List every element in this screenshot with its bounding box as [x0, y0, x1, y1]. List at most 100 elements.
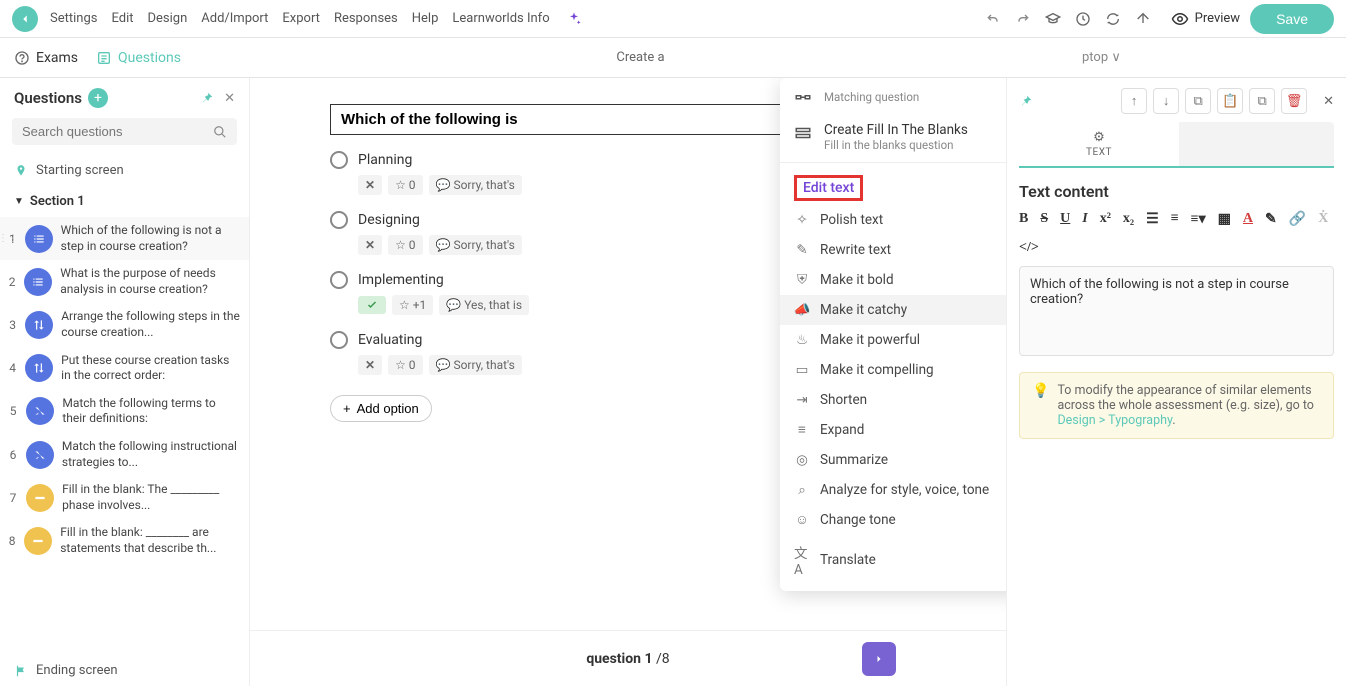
dd-create-matching[interactable]: Matching question — [780, 84, 1006, 116]
menu-design[interactable]: Design — [147, 11, 187, 26]
move-up-icon[interactable]: ↑ — [1121, 88, 1147, 114]
option-label[interactable]: Designing — [358, 212, 420, 228]
dd-create-blanks[interactable]: Create Fill In The Blanks Fill in the bl… — [780, 116, 1006, 158]
close-panel-icon[interactable]: ✕ — [1323, 94, 1334, 109]
superscript-icon[interactable]: x² — [1100, 211, 1111, 228]
dd-summarize[interactable]: ◎Summarize — [780, 445, 1006, 475]
education-icon[interactable] — [1045, 11, 1061, 27]
question-item-7[interactable]: 7 Fill in the blank: The _________ phase… — [0, 476, 249, 519]
italic-icon[interactable]: I — [1082, 211, 1087, 228]
dd-translate[interactable]: 文ATranslate› — [780, 535, 1006, 585]
sync-icon[interactable] — [1105, 11, 1121, 27]
option-radio[interactable] — [330, 331, 348, 349]
incorrect-mark[interactable]: ✕ — [358, 355, 382, 375]
dd-analyze[interactable]: ⌕Analyze for style, voice, tone — [780, 475, 1006, 505]
menu-responses[interactable]: Responses — [334, 11, 398, 26]
next-question-button[interactable] — [862, 642, 896, 676]
undo-icon[interactable] — [985, 11, 1001, 27]
subbar-right[interactable]: ptop ∨ — [1082, 50, 1332, 65]
ai-sparkle-icon[interactable] — [566, 11, 582, 27]
search-input[interactable] — [22, 124, 213, 139]
hint-link[interactable]: Design > Typography — [1057, 413, 1172, 428]
incorrect-mark[interactable]: ✕ — [358, 235, 382, 255]
preview-button[interactable]: Preview — [1171, 10, 1240, 28]
tab-questions[interactable]: Questions — [96, 50, 181, 66]
dd-shorten[interactable]: ⇥Shorten — [780, 385, 1006, 415]
search-input-wrap[interactable] — [12, 118, 237, 145]
save-button[interactable]: Save — [1250, 4, 1334, 34]
dd-catchy[interactable]: 📣Make it catchy — [780, 295, 1006, 325]
delete-icon[interactable]: 🗑 — [1281, 88, 1307, 114]
score-box[interactable]: ☆ 0 — [388, 235, 422, 255]
strike-icon[interactable]: S — [1040, 211, 1048, 228]
question-item-6[interactable]: 6 Match the following instructional stra… — [0, 433, 249, 476]
option-label[interactable]: Evaluating — [358, 332, 422, 348]
subscript-icon[interactable]: x₂ — [1123, 211, 1134, 228]
rp-pin-icon[interactable] — [1019, 94, 1033, 108]
edit-pencil-icon[interactable]: ✎ — [1265, 211, 1277, 228]
bold-icon[interactable]: B — [1019, 211, 1028, 228]
pin-icon[interactable] — [200, 91, 214, 106]
dd-compelling[interactable]: ▭Make it compelling — [780, 355, 1006, 385]
list-ol-icon[interactable]: ≡ — [1171, 211, 1179, 228]
menu-help[interactable]: Help — [412, 11, 439, 26]
incorrect-mark[interactable]: ✕ — [358, 175, 382, 195]
redo-icon[interactable] — [1015, 11, 1031, 27]
paste-icon[interactable]: 📋 — [1217, 88, 1243, 114]
dd-bold[interactable]: ⛨Make it bold — [780, 265, 1006, 295]
add-option-button[interactable]: +Add option — [330, 395, 432, 422]
link-icon[interactable]: 🔗 — [1289, 211, 1306, 228]
question-item-3[interactable]: 3 Arrange the following steps in the cou… — [0, 303, 249, 346]
score-box[interactable]: ☆ 0 — [388, 355, 422, 375]
menu-settings[interactable]: Settings — [50, 11, 97, 26]
text-editor[interactable]: Which of the following is not a step in … — [1019, 266, 1334, 356]
question-item-4[interactable]: 4 Put these course creation tasks in the… — [0, 347, 249, 390]
score-box[interactable]: ☆ 0 — [388, 175, 422, 195]
option-label[interactable]: Planning — [358, 152, 412, 168]
share-icon[interactable] — [1135, 11, 1151, 27]
add-question-button[interactable]: + — [88, 88, 108, 108]
ending-screen[interactable]: Ending screen — [0, 655, 249, 686]
feedback-box[interactable]: 💬 Sorry, that's — [429, 175, 522, 195]
option-radio[interactable] — [330, 211, 348, 229]
align-icon[interactable]: ≡▾ — [1191, 211, 1206, 228]
menu-add-import[interactable]: Add/Import — [201, 11, 268, 26]
close-sidebar-icon[interactable]: ✕ — [224, 91, 235, 106]
move-down-icon[interactable]: ↓ — [1153, 88, 1179, 114]
score-box[interactable]: ☆ +1 — [392, 295, 433, 315]
question-item-8[interactable]: 8 Fill in the blank: ________ are statem… — [0, 519, 249, 562]
dd-polish[interactable]: ✧Polish text — [780, 205, 1006, 235]
correct-mark[interactable] — [358, 296, 386, 314]
list-ul-icon[interactable]: ☰ — [1146, 211, 1159, 228]
text-color-icon[interactable]: A — [1243, 211, 1253, 228]
history-icon[interactable] — [1075, 11, 1091, 27]
table-icon[interactable]: ▦ — [1218, 211, 1231, 228]
underline-icon[interactable]: U — [1060, 211, 1070, 228]
starting-screen[interactable]: Starting screen — [0, 155, 249, 186]
menu-learnworlds[interactable]: Learnworlds Info — [452, 11, 549, 26]
code-icon[interactable]: </> — [1019, 240, 1039, 256]
duplicate-icon[interactable]: ⧉ — [1185, 88, 1211, 114]
dd-tone[interactable]: ☺Change tone› — [780, 505, 1006, 535]
back-button[interactable] — [12, 6, 38, 32]
option-radio[interactable] — [330, 271, 348, 289]
feedback-box[interactable]: 💬 Sorry, that's — [429, 235, 522, 255]
question-item-2[interactable]: 2 What is the purpose of needs analysis … — [0, 260, 249, 303]
dd-expand[interactable]: ≡Expand — [780, 415, 1006, 445]
option-label[interactable]: Implementing — [358, 272, 444, 288]
question-item-1[interactable]: ⋮⋮ 1 Which of the following is not a ste… — [0, 217, 249, 260]
section-toggle[interactable]: ▼ Section 1 — [0, 186, 249, 217]
menu-edit[interactable]: Edit — [111, 11, 133, 26]
clear-format-icon[interactable]: Ẋ — [1318, 211, 1328, 228]
tab-exams[interactable]: Exams — [14, 50, 78, 66]
rp-tab-text[interactable]: ⚙ TEXT — [1019, 122, 1179, 166]
question-item-5[interactable]: 5 Match the following terms to their def… — [0, 390, 249, 433]
copy-icon[interactable]: ⧉ — [1249, 88, 1275, 114]
dd-powerful[interactable]: ♨Make it powerful — [780, 325, 1006, 355]
menu-export[interactable]: Export — [282, 11, 320, 26]
dd-rewrite[interactable]: ✎Rewrite text — [780, 235, 1006, 265]
option-radio[interactable] — [330, 151, 348, 169]
drag-handle-icon[interactable]: ⋮⋮ — [0, 233, 18, 244]
feedback-box[interactable]: 💬 Yes, that is — [439, 295, 529, 315]
feedback-box[interactable]: 💬 Sorry, that's — [429, 355, 522, 375]
